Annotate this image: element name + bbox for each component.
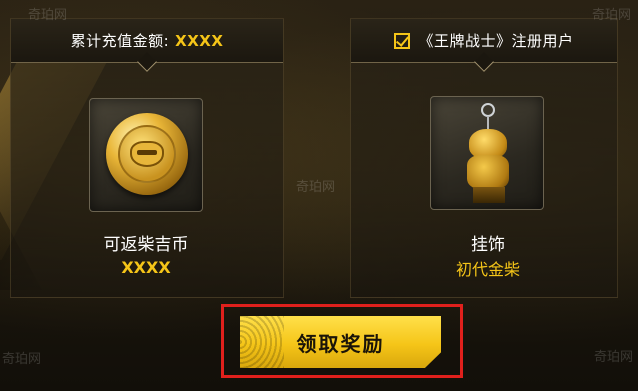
claim-reward-button[interactable]: 领取奖励 [240, 316, 441, 368]
coin-item-box [89, 98, 203, 212]
registered-user-header: 《王牌战士》注册用户 [351, 19, 617, 72]
pendant-item-name: 挂饰 [471, 235, 505, 255]
watermark: 奇珀网 [28, 8, 68, 23]
reward-screen: 累计充值金额: XXXX 《王牌战士》注册用户 可返柴吉币 XXXX 挂饰 初代… [0, 0, 638, 391]
gold-dog-pendant-icon [459, 103, 519, 207]
header-notch [474, 52, 494, 72]
pendant-item-box [430, 96, 544, 210]
header-notch [137, 52, 157, 72]
watermark: 奇珀网 [2, 352, 42, 367]
checkbox-checked-icon [394, 32, 411, 49]
gold-coin-icon [106, 113, 188, 195]
coin-item-value: XXXX [121, 258, 171, 277]
recharge-label: 累计充值金额: [70, 32, 170, 50]
registered-user-label: 《王牌战士》注册用户 [418, 32, 574, 50]
watermark: 奇珀网 [594, 350, 634, 365]
pendant-item-value: 初代金柴 [455, 260, 520, 279]
watermark: 奇珀网 [296, 180, 336, 195]
claim-reward-label: 领取奖励 [296, 331, 385, 356]
recharge-header: 累计充值金额: XXXX [11, 19, 283, 72]
coin-item-name: 可返柴吉币 [103, 235, 189, 255]
watermark: 奇珀网 [592, 8, 632, 23]
recharge-amount: XXXX [175, 31, 224, 50]
